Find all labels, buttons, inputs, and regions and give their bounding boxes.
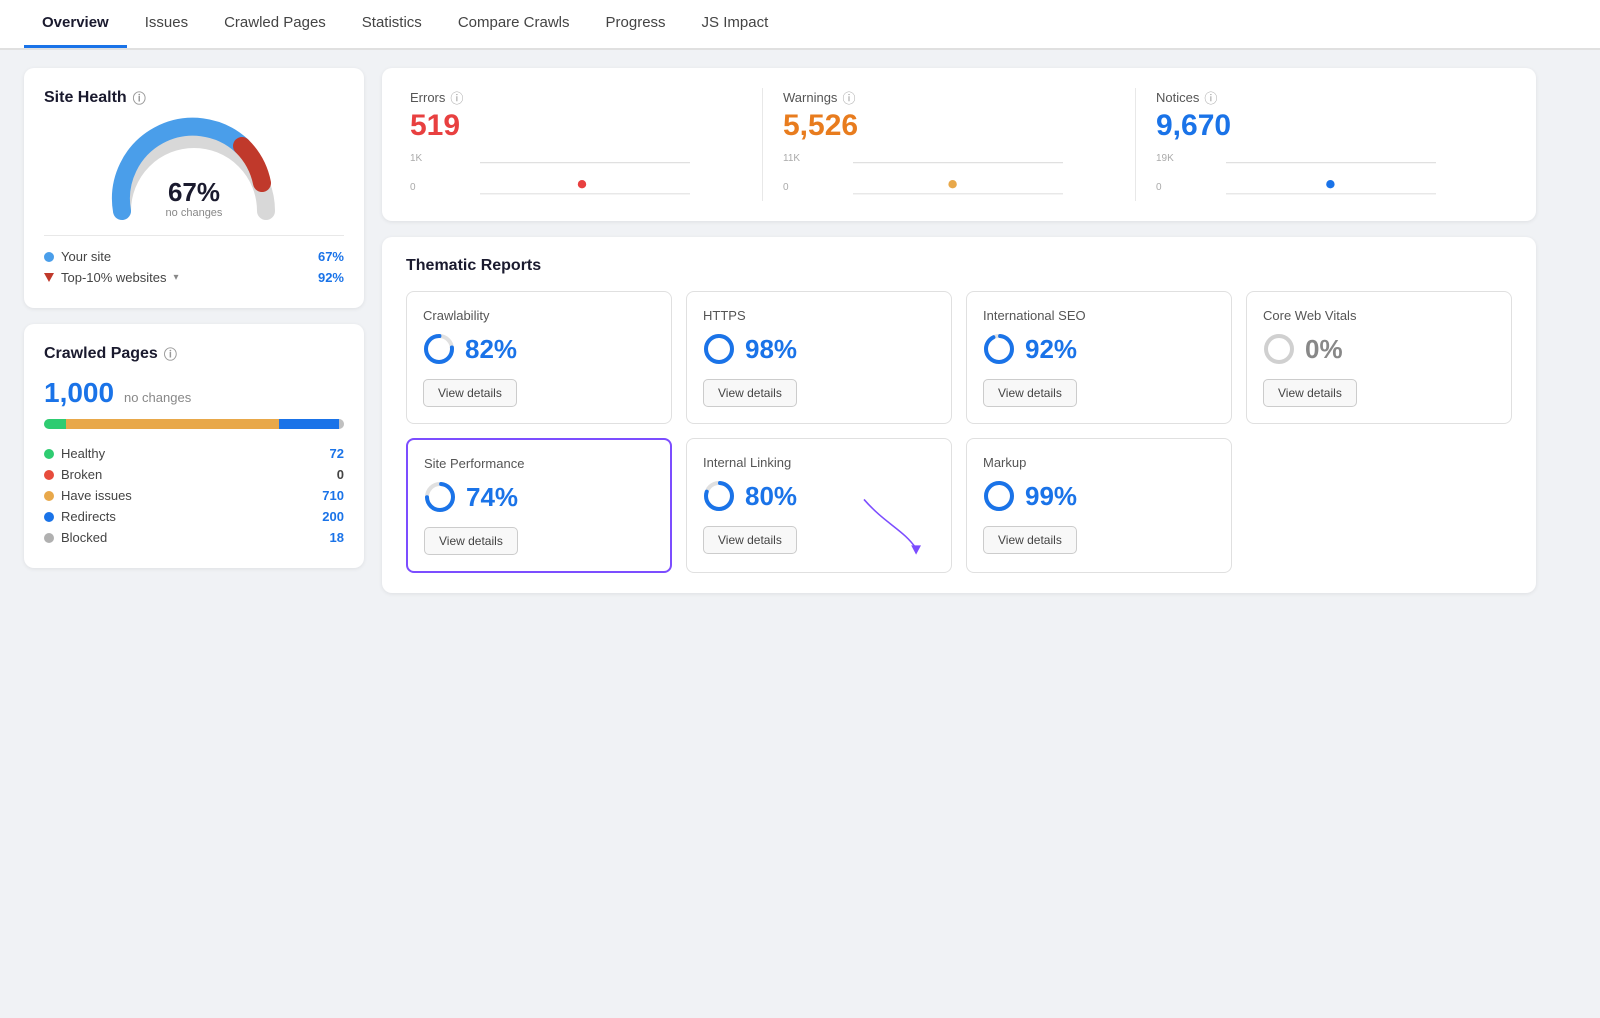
nav-progress[interactable]: Progress <box>588 0 684 48</box>
internal-linking-view-details-btn[interactable]: View details <box>703 526 797 554</box>
nav-crawled-pages[interactable]: Crawled Pages <box>206 0 344 48</box>
metric-errors: Errors ⓘ 519 1K 0 <box>410 88 763 201</box>
metrics-card: Errors ⓘ 519 1K 0 Warnings <box>382 68 1536 221</box>
cwv-view-details-btn[interactable]: View details <box>1263 379 1357 407</box>
notices-info-icon[interactable]: ⓘ <box>1204 88 1217 107</box>
main-layout: Site Health ⓘ 67% no changes <box>0 50 1560 611</box>
intl-seo-progress-icon <box>983 333 1015 365</box>
report-core-web-vitals: Core Web Vitals 0% View details <box>1246 291 1512 424</box>
gauge-svg: 67% no changes <box>104 121 284 221</box>
svg-text:67%: 67% <box>168 177 220 207</box>
report-site-performance: Site Performance 74% View details <box>406 438 672 573</box>
your-site-dot <box>44 252 54 262</box>
dot-blocked <box>44 533 54 543</box>
dot-have-issues <box>44 491 54 501</box>
internal-linking-progress-icon <box>703 480 735 512</box>
gauge-container: 67% no changes <box>44 121 344 221</box>
warnings-value: 5,526 <box>783 109 1115 143</box>
nav-statistics[interactable]: Statistics <box>344 0 440 48</box>
notices-value: 9,670 <box>1156 109 1488 143</box>
bar-healthy <box>44 419 66 429</box>
warnings-chart: 11K 0 <box>783 153 1115 201</box>
metric-warnings: Warnings ⓘ 5,526 11K 0 <box>763 88 1136 201</box>
bar-blocked <box>339 419 344 429</box>
https-view-details-btn[interactable]: View details <box>703 379 797 407</box>
crawled-pages-card: Crawled Pages ⓘ 1,000 no changes Healthy <box>24 324 364 568</box>
thematic-reports-card: Thematic Reports Crawlability 82% <box>382 237 1536 593</box>
legend-your-site: Your site 67% <box>44 246 344 267</box>
metric-notices: Notices ⓘ 9,670 19K 0 <box>1136 88 1508 201</box>
right-column: Errors ⓘ 519 1K 0 Warnings <box>382 68 1536 593</box>
notices-chart: 19K 0 <box>1156 153 1488 201</box>
reports-grid-wrapper: Crawlability 82% View details HTTPS <box>406 291 1512 573</box>
nav-js-impact[interactable]: JS Impact <box>684 0 787 48</box>
report-https: HTTPS 98% View details <box>686 291 952 424</box>
cwv-progress-icon <box>1263 333 1295 365</box>
top-nav: Overview Issues Crawled Pages Statistics… <box>0 0 1600 50</box>
errors-label: Errors ⓘ <box>410 88 742 107</box>
legend-top10: Top-10% websites ▾ 92% <box>44 267 344 288</box>
nav-overview[interactable]: Overview <box>24 0 127 48</box>
site-health-info-icon[interactable]: ⓘ <box>133 88 146 107</box>
notices-label: Notices ⓘ <box>1156 88 1488 107</box>
site-perf-progress-icon <box>424 481 456 513</box>
reports-grid: Crawlability 82% View details HTTPS <box>406 291 1512 573</box>
thematic-reports-title: Thematic Reports <box>406 257 1512 275</box>
crawl-blocked: Blocked 18 <box>44 527 344 548</box>
intl-seo-view-details-btn[interactable]: View details <box>983 379 1077 407</box>
errors-value: 519 <box>410 109 742 143</box>
crawled-bar-track <box>44 419 344 429</box>
crawl-broken: Broken 0 <box>44 464 344 485</box>
top10-triangle <box>44 273 54 282</box>
nav-compare-crawls[interactable]: Compare Crawls <box>440 0 588 48</box>
dot-redirects <box>44 512 54 522</box>
site-health-title: Site Health ⓘ <box>44 88 344 107</box>
markup-view-details-btn[interactable]: View details <box>983 526 1077 554</box>
errors-info-icon[interactable]: ⓘ <box>450 88 463 107</box>
crawled-pages-title: Crawled Pages ⓘ <box>44 344 344 363</box>
crawlability-progress-icon <box>423 333 455 365</box>
crawled-pages-info-icon[interactable]: ⓘ <box>164 344 177 363</box>
report-markup: Markup 99% View details <box>966 438 1232 573</box>
report-internal-linking: Internal Linking 80% View details <box>686 438 952 573</box>
nav-issues[interactable]: Issues <box>127 0 206 48</box>
svg-text:no changes: no changes <box>166 207 223 219</box>
crawlability-view-details-btn[interactable]: View details <box>423 379 517 407</box>
site-perf-view-details-btn[interactable]: View details <box>424 527 518 555</box>
bar-redirects <box>279 419 339 429</box>
left-column: Site Health ⓘ 67% no changes <box>24 68 364 593</box>
report-crawlability: Crawlability 82% View details <box>406 291 672 424</box>
errors-chart: 1K 0 <box>410 153 742 201</box>
crawl-redirects: Redirects 200 <box>44 506 344 527</box>
dot-broken <box>44 470 54 480</box>
chevron-down-icon[interactable]: ▾ <box>174 272 179 283</box>
site-health-card: Site Health ⓘ 67% no changes <box>24 68 364 308</box>
warnings-info-icon[interactable]: ⓘ <box>842 88 855 107</box>
warnings-label: Warnings ⓘ <box>783 88 1115 107</box>
dot-healthy <box>44 449 54 459</box>
crawl-healthy: Healthy 72 <box>44 443 344 464</box>
bar-issues <box>66 419 279 429</box>
crawl-have-issues: Have issues 710 <box>44 485 344 506</box>
markup-progress-icon <box>983 480 1015 512</box>
crawled-count-row: 1,000 no changes <box>44 377 344 409</box>
report-international-seo: International SEO 92% View details <box>966 291 1232 424</box>
https-progress-icon <box>703 333 735 365</box>
